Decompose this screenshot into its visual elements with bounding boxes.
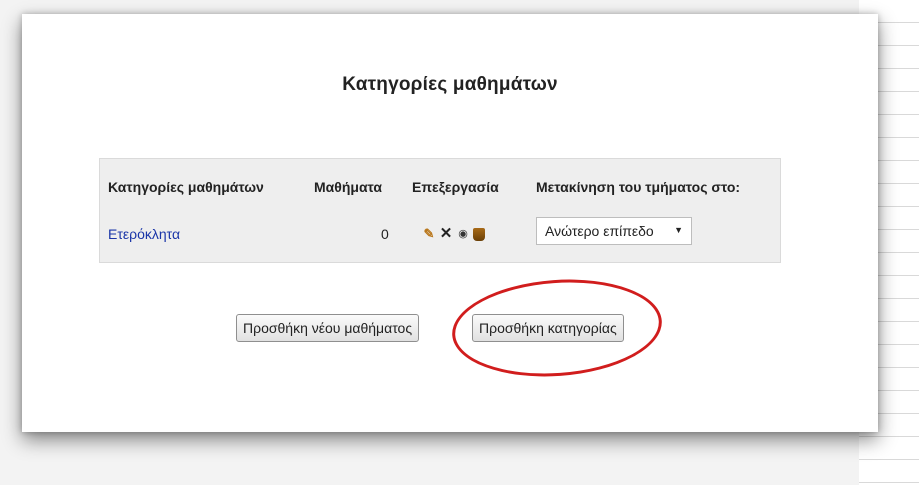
course-count: 0: [381, 226, 389, 242]
edit-icon[interactable]: ✎: [422, 227, 436, 241]
header-edit: Επεξεργασία: [412, 179, 499, 195]
main-panel: Κατηγορίες μαθημάτων Κατηγορίες μαθημάτω…: [22, 14, 878, 432]
edit-actions: ✎ ✕ ◉: [422, 225, 485, 243]
move-to-select[interactable]: Ανώτερο επίπεδο ▼: [536, 217, 692, 245]
highlight-circle-annotation: [448, 272, 666, 384]
categories-table: Κατηγορίες μαθημάτων Μαθήματα Επεξεργασί…: [99, 158, 781, 263]
header-courses: Μαθήματα: [314, 179, 383, 195]
chevron-down-icon: ▼: [674, 225, 683, 235]
assign-roles-icon[interactable]: [473, 227, 485, 241]
visibility-eye-icon[interactable]: ◉: [456, 227, 470, 241]
category-link[interactable]: Ετερόκλητα: [108, 226, 180, 242]
page-title: Κατηγορίες μαθημάτων: [342, 74, 558, 95]
header-categories: Κατηγορίες μαθημάτων: [108, 179, 264, 195]
add-course-button[interactable]: Προσθήκη νέου μαθήματος: [236, 314, 420, 342]
header-move: Μετακίνηση του τμήματος στο:: [536, 179, 741, 195]
delete-icon[interactable]: ✕: [439, 226, 453, 241]
move-to-selected-value: Ανώτερο επίπεδο: [545, 223, 654, 239]
